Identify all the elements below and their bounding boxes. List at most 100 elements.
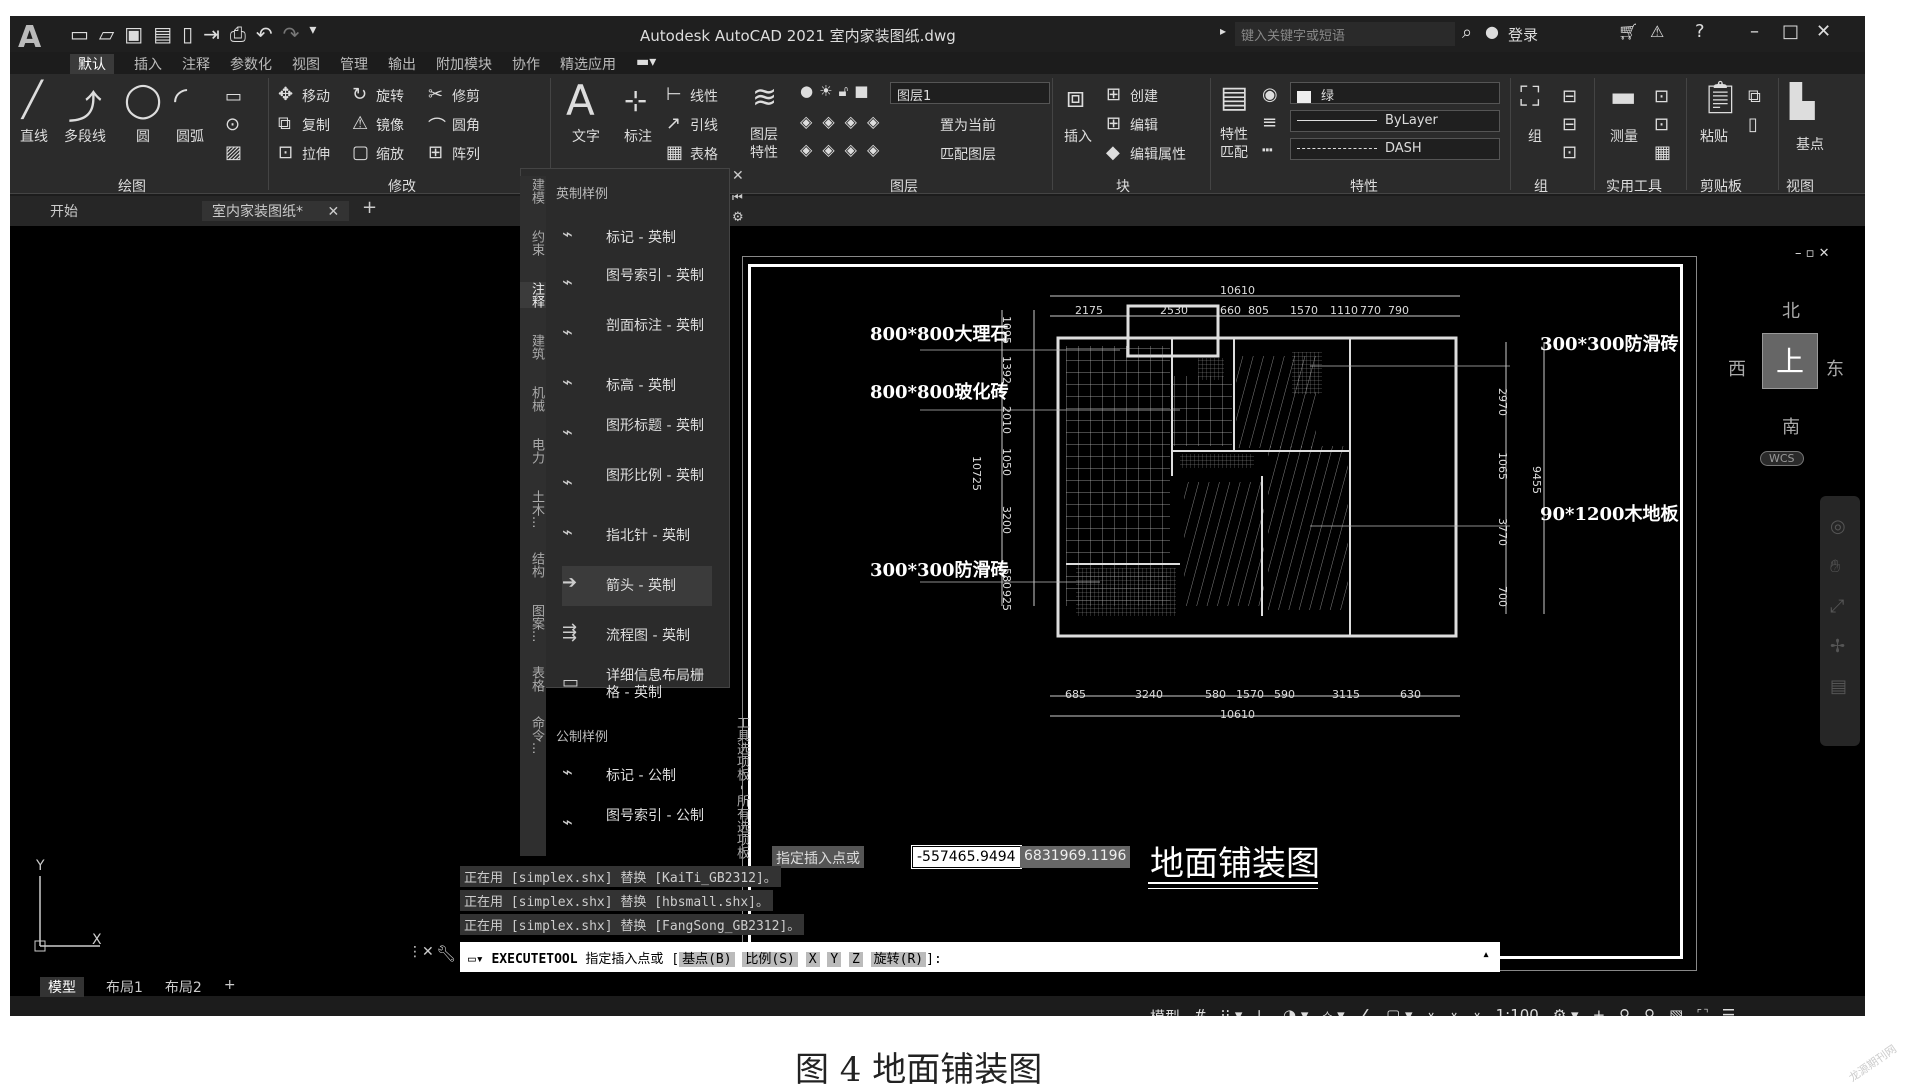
palette-tab-architecture[interactable]: 建筑 bbox=[520, 334, 546, 360]
close-tab-icon[interactable]: ✕ bbox=[327, 204, 339, 220]
scale-tool[interactable]: 缩放 bbox=[376, 144, 404, 164]
ungroup-icon[interactable]: ⊟ bbox=[1562, 86, 1577, 107]
layer-properties-tool[interactable]: 图层特性 bbox=[750, 126, 790, 162]
copy-clip-icon[interactable]: ⧉ bbox=[1748, 86, 1761, 107]
group-tool[interactable]: 组 bbox=[1528, 126, 1542, 146]
annotation-scale-value[interactable]: 1:100 bbox=[1496, 1006, 1539, 1016]
palette-tab-mechanical[interactable]: 机械 bbox=[520, 386, 546, 412]
save-as-icon[interactable]: ▤ bbox=[153, 22, 172, 46]
quick-properties-icon[interactable]: ⚲ bbox=[1644, 1006, 1655, 1016]
palette-item[interactable]: ⌁ 图形比例 - 英制 bbox=[562, 466, 712, 506]
ribbon-minimize-icon[interactable]: ▬▾ bbox=[636, 54, 656, 74]
arc-tool[interactable]: 圆弧 bbox=[176, 126, 204, 146]
tab-output[interactable]: 输出 bbox=[388, 54, 416, 74]
snap-icon[interactable]: ⁝⁝ ▾ bbox=[1221, 1006, 1243, 1016]
palette-item[interactable]: ⌁ 指北针 - 英制 bbox=[562, 516, 712, 556]
mirror-tool[interactable]: 镜像 bbox=[376, 115, 404, 135]
paste-tool[interactable]: 粘贴 bbox=[1700, 126, 1728, 146]
help-icon[interactable]: ? bbox=[1695, 21, 1705, 42]
tab-parametric[interactable]: 参数化 bbox=[230, 54, 272, 74]
measure-icon[interactable]: ▬ bbox=[1610, 80, 1636, 113]
option-z[interactable]: Z bbox=[849, 952, 863, 967]
tab-addins[interactable]: 附加模块 bbox=[436, 54, 492, 74]
viewcube-north[interactable]: 北 bbox=[1782, 297, 1800, 323]
palette-tab-electrical[interactable]: 电力 bbox=[520, 438, 546, 464]
units-icon[interactable]: ⚲ bbox=[1619, 1006, 1630, 1016]
stretch-icon[interactable]: ⊡ bbox=[278, 142, 293, 163]
viewcube-top-face[interactable]: 上 bbox=[1762, 333, 1818, 389]
linear-tool[interactable]: 线性 bbox=[690, 86, 718, 106]
zoom-extents-icon[interactable]: ⤢ bbox=[1830, 596, 1844, 617]
login-link[interactable]: 登录 bbox=[1508, 24, 1538, 45]
bulb-icon[interactable]: ● bbox=[800, 82, 813, 100]
isodraft-icon[interactable]: ⟡ ▾ bbox=[1322, 1006, 1344, 1016]
orbit-icon[interactable]: ✢ bbox=[1830, 636, 1845, 657]
lineweight-icon[interactable]: ≡ bbox=[1262, 112, 1277, 133]
palette-item[interactable]: ⌁ 标记 - 英制 bbox=[562, 218, 712, 258]
object-snap-icon[interactable]: ▢ ▾ bbox=[1386, 1006, 1412, 1016]
text-icon[interactable]: A bbox=[566, 76, 595, 125]
group-edit-icon[interactable]: ⊟ bbox=[1562, 114, 1577, 135]
new-icon[interactable]: ▭ bbox=[70, 22, 89, 46]
array-tool[interactable]: 阵列 bbox=[452, 144, 480, 164]
share-icon[interactable]: ⇥ bbox=[203, 22, 220, 46]
doc-tab-start[interactable]: 开始 bbox=[50, 201, 78, 221]
trim-tool[interactable]: 修剪 bbox=[452, 86, 480, 106]
fullscreen-icon[interactable]: ⛶ bbox=[1697, 1006, 1708, 1016]
edit-attributes-icon[interactable]: ◆ bbox=[1106, 142, 1120, 163]
mirror-icon[interactable]: ⚠ bbox=[352, 113, 368, 134]
tab-manage[interactable]: 管理 bbox=[340, 54, 368, 74]
option-y[interactable]: Y bbox=[827, 952, 842, 967]
cart-icon[interactable]: 🛒︎ bbox=[1618, 22, 1638, 41]
text-tool[interactable]: 文字 bbox=[572, 126, 600, 146]
circle-tool[interactable]: 圆 bbox=[136, 126, 150, 146]
layer-tools-row-1[interactable]: ◈ ◈ ◈ ◈ bbox=[800, 112, 879, 131]
color-dropdown[interactable]: 绿 bbox=[1290, 82, 1500, 104]
maximize-icon[interactable]: □ bbox=[1782, 21, 1799, 42]
palette-tab-commands[interactable]: 命令... bbox=[520, 716, 546, 754]
palette-autohide-icon[interactable]: ⏮ bbox=[732, 190, 743, 205]
showmotion-icon[interactable]: ▤ bbox=[1830, 676, 1847, 697]
option-scale[interactable]: 比例(S) bbox=[742, 952, 798, 967]
cmd-history-toggle-icon[interactable]: ▴ bbox=[1482, 947, 1490, 962]
viewcube-west[interactable]: 西 bbox=[1728, 355, 1746, 381]
array-icon[interactable]: ⊞ bbox=[428, 142, 443, 163]
model-space-toggle[interactable]: 模型 bbox=[1150, 1006, 1180, 1016]
quick-select-icon[interactable]: ⊡ bbox=[1654, 86, 1669, 107]
save-icon[interactable]: ▣ bbox=[124, 22, 143, 46]
layout-tab-1[interactable]: 布局1 bbox=[106, 977, 143, 997]
leader-tool[interactable]: 引线 bbox=[690, 115, 718, 135]
redo-icon[interactable]: ↷ bbox=[283, 22, 300, 46]
calculator-icon[interactable]: ▦ bbox=[1654, 142, 1671, 163]
insert-block-icon[interactable]: ⧈ bbox=[1066, 80, 1085, 115]
undo-icon[interactable]: ↶ bbox=[256, 22, 273, 46]
palette-item-selected[interactable]: ➔ 箭头 - 英制 bbox=[562, 566, 712, 606]
properties-panel-title[interactable]: 特性 bbox=[1350, 176, 1378, 196]
base-view-icon[interactable]: ▙ bbox=[1790, 82, 1815, 120]
isolate-objects-icon[interactable]: ▧ bbox=[1669, 1006, 1683, 1016]
group-icon[interactable]: ⛶ bbox=[1520, 80, 1540, 114]
match-properties-icon[interactable]: ▤ bbox=[1220, 80, 1248, 115]
palette-item[interactable]: ⇶ 流程图 - 英制 bbox=[562, 616, 712, 656]
polyline-icon[interactable]: ⤴ bbox=[68, 80, 102, 129]
ellipse-icon[interactable]: ⊙ bbox=[225, 114, 240, 135]
move-tool[interactable]: 移动 bbox=[302, 86, 330, 106]
match-layer-tool[interactable]: 匹配图层 bbox=[940, 144, 996, 164]
palette-item[interactable]: ⌁ 标高 - 英制 bbox=[562, 366, 712, 406]
publish-icon[interactable]: ▯ bbox=[182, 22, 193, 46]
option-basepoint[interactable]: 基点(B) bbox=[679, 952, 735, 967]
palette-tab-annotation[interactable]: 注释 bbox=[520, 282, 546, 308]
insert-tool[interactable]: 插入 bbox=[1064, 126, 1092, 146]
linear-icon[interactable]: ⊢ bbox=[666, 84, 682, 105]
coord-x-input[interactable]: -557465.9494 bbox=[911, 845, 1022, 869]
lock-icon[interactable]: 🔓︎ bbox=[839, 82, 849, 100]
palette-item[interactable]: ⌁ 图形标题 - 英制 bbox=[562, 416, 712, 456]
pan-icon[interactable]: ✋︎ bbox=[1830, 556, 1840, 577]
palette-tab-constraints[interactable]: 约束 bbox=[520, 230, 546, 256]
palette-tab-tables[interactable]: 表格 bbox=[520, 666, 546, 692]
dimension-tool[interactable]: 标注 bbox=[624, 126, 652, 146]
polyline-tool[interactable]: 多段线 bbox=[64, 126, 106, 146]
layer-dropdown[interactable]: 图层1 bbox=[890, 82, 1050, 104]
palette-tab-hatch[interactable]: 图案... bbox=[520, 604, 546, 642]
leader-icon[interactable]: ↗ bbox=[666, 113, 681, 134]
